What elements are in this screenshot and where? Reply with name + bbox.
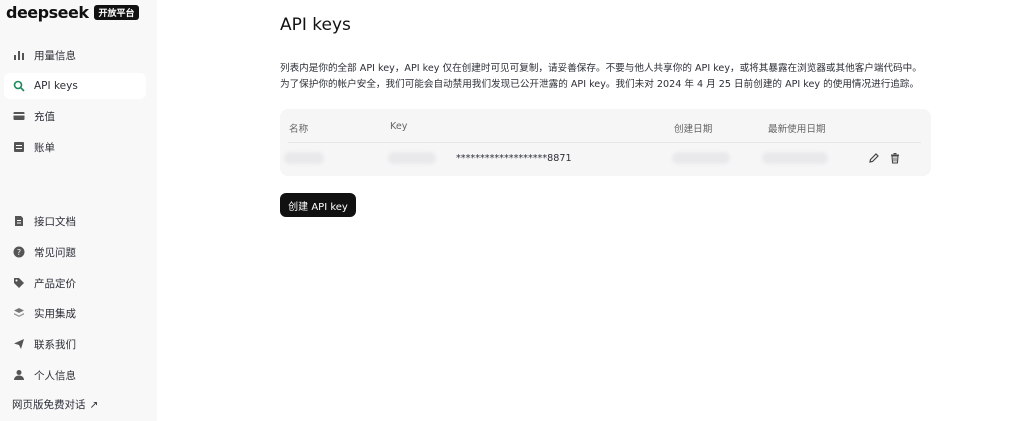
- sidebar-item-bills[interactable]: 账单: [4, 134, 146, 160]
- sidebar-item-label: 产品定价: [34, 277, 76, 290]
- svg-text:?: ?: [17, 248, 21, 257]
- external-link-icon: ↗: [89, 398, 99, 411]
- search-icon: [13, 80, 25, 92]
- sidebar-item-label: 个人信息: [34, 369, 76, 382]
- sidebar-item-integrations[interactable]: 实用集成: [4, 300, 146, 326]
- brand-name: deepseek: [6, 3, 89, 22]
- sidebar-item-label: API keys: [34, 80, 78, 92]
- sidebar-item-label: 实用集成: [34, 307, 76, 320]
- column-header-key: Key: [390, 121, 408, 132]
- redacted-name: [284, 152, 324, 164]
- sidebar-item-label: 联系我们: [34, 338, 76, 351]
- table-divider: [288, 142, 921, 143]
- sidebar-item-label: 充值: [34, 110, 55, 123]
- sidebar-item-label: 常见问题: [34, 246, 76, 259]
- redacted-last-used-date: [762, 152, 828, 164]
- column-header-created: 创建日期: [674, 124, 713, 135]
- platform-badge: 开放平台: [94, 5, 139, 20]
- page-title: API keys: [280, 15, 351, 35]
- column-header-name: 名称: [289, 124, 309, 135]
- delete-icon[interactable]: [889, 152, 901, 164]
- sidebar-item-recharge[interactable]: 充值: [4, 103, 146, 129]
- column-header-last-used: 最新使用日期: [768, 124, 826, 135]
- tag-icon: [13, 277, 25, 289]
- sidebar-item-label: 用量信息: [34, 49, 76, 62]
- layers-icon: [13, 307, 25, 319]
- send-icon: [13, 338, 25, 350]
- description-line-2: 为了保护你的帐户安全，我们可能会自动禁用我们发现已公开泄露的 API key。我…: [280, 79, 920, 90]
- bar-chart-icon: [13, 49, 25, 61]
- edit-icon[interactable]: [868, 152, 880, 164]
- redacted-key-prefix: [388, 152, 436, 164]
- sidebar-item-label: 账单: [34, 141, 55, 154]
- web-chat-link-label: 网页版免费对话: [12, 399, 86, 411]
- user-icon: [13, 369, 25, 381]
- sidebar-item-faq[interactable]: ? 常见问题: [4, 239, 146, 265]
- sidebar-item-label: 接口文档: [34, 215, 76, 228]
- bill-icon: [13, 141, 25, 153]
- masked-api-key: *******************8871: [456, 153, 572, 164]
- question-icon: ?: [13, 246, 25, 258]
- create-api-key-button[interactable]: 创建 API key: [280, 193, 356, 217]
- sidebar-item-api-docs[interactable]: 接口文档: [4, 208, 146, 234]
- logo[interactable]: deepseek 开放平台: [6, 3, 139, 22]
- credit-card-icon: [13, 110, 25, 122]
- sidebar-item-pricing[interactable]: 产品定价: [4, 270, 146, 296]
- document-icon: [13, 215, 25, 227]
- description-line-1: 列表内是你的全部 API key，API key 仅在创建时可见可复制，请妥善保…: [280, 63, 922, 74]
- sidebar-item-api-keys[interactable]: API keys: [4, 73, 146, 99]
- sidebar-item-contact[interactable]: 联系我们: [4, 331, 146, 357]
- sidebar-item-profile[interactable]: 个人信息: [4, 362, 146, 388]
- sidebar-item-usage[interactable]: 用量信息: [4, 42, 146, 68]
- web-chat-link[interactable]: 网页版免费对话 ↗: [12, 397, 98, 412]
- redacted-created-date: [672, 152, 730, 164]
- page-description: 列表内是你的全部 API key，API key 仅在创建时可见可复制，请妥善保…: [280, 61, 980, 93]
- sidebar: deepseek 开放平台 用量信息 API keys 充值 账单 接口文档 ?…: [0, 0, 157, 421]
- api-keys-table: 名称 Key 创建日期 最新使用日期 *******************88…: [280, 109, 931, 176]
